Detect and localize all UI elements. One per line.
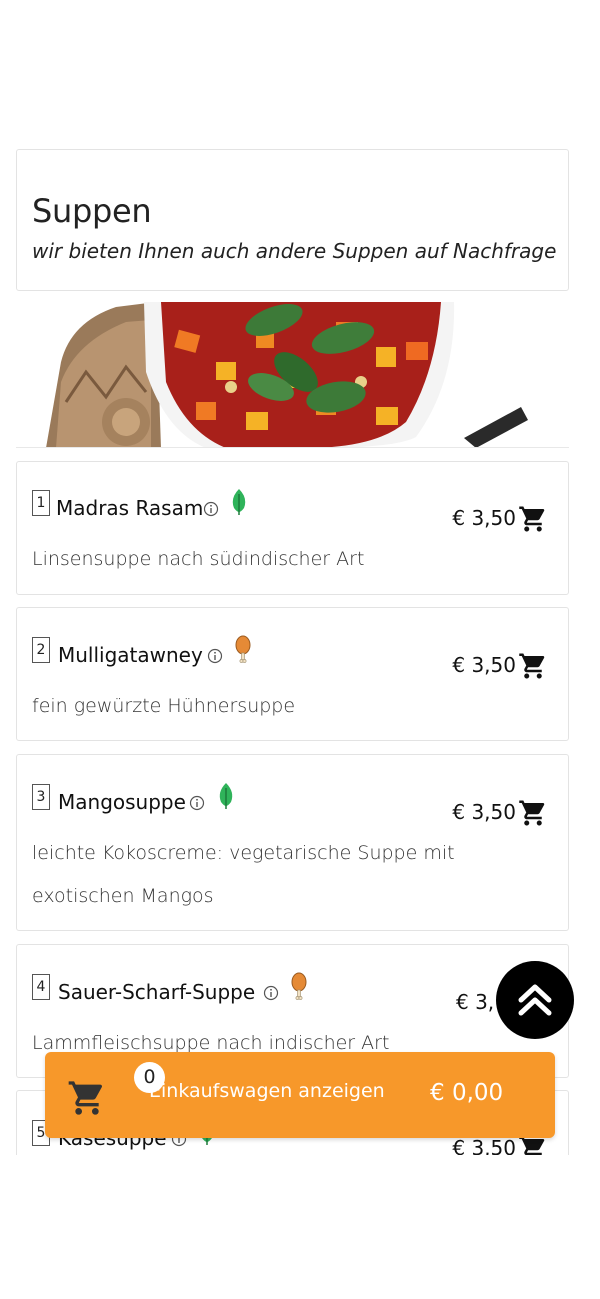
info-icon[interactable] [263, 985, 279, 1001]
view-cart-button[interactable]: 0 Einkaufswagen anzeigen € 0,00 [45, 1052, 555, 1138]
item-price: € 3, [456, 990, 495, 1014]
leaf-icon [232, 489, 246, 515]
item-description: Linsensuppe nach südindischer Art [32, 548, 365, 570]
item-number: 4 [32, 974, 50, 1000]
soup-banner-image [16, 302, 569, 448]
item-price: € 3,50 [452, 653, 516, 677]
item-number: 2 [32, 637, 50, 663]
item-number: 3 [32, 784, 50, 810]
item-description: leichte Kokoscreme: vegetarische Suppe m… [32, 842, 455, 907]
item-name: Sauer-Scharf-Suppe [58, 980, 256, 1004]
leaf-icon [219, 783, 233, 809]
category-subtitle: wir bieten Ihnen auch andere Suppen auf … [32, 239, 557, 263]
add-to-cart-icon[interactable] [518, 651, 548, 681]
double-chevron-up-icon [518, 984, 552, 1016]
item-price: € 3,50 [452, 506, 516, 530]
category-header: Suppen wir bieten Ihnen auch andere Supp… [16, 149, 569, 291]
item-name: Mulligatawney [58, 643, 203, 667]
item-price: € 3,50 [452, 1136, 516, 1155]
chicken-leg-icon [235, 635, 251, 663]
shopping-cart-icon [68, 1081, 103, 1115]
cart-total: € 0,00 [430, 1080, 504, 1106]
scroll-to-top-button[interactable] [496, 961, 574, 1039]
menu-item[interactable]: 1 Madras Rasam € 3,50 Linsensuppe nach s… [16, 461, 569, 595]
menu-item[interactable]: 3 Mangosuppe € 3,50 leichte Kokoscreme: … [16, 754, 569, 931]
item-name: Mangosuppe [58, 790, 186, 814]
info-icon[interactable] [203, 501, 219, 517]
item-price: € 3,50 [452, 800, 516, 824]
add-to-cart-icon[interactable] [518, 798, 548, 828]
chicken-leg-icon [291, 972, 307, 1000]
item-description: fein gewürzte Hühnersuppe [32, 695, 296, 717]
item-name: Madras Rasam [56, 496, 204, 520]
menu-item[interactable]: 2 Mulligatawney € 3,50 fein gewürzte Hüh… [16, 607, 569, 741]
category-title: Suppen [32, 192, 152, 230]
info-icon[interactable] [189, 795, 205, 811]
menu-viewport[interactable]: Suppen wir bieten Ihnen auch andere Supp… [0, 0, 600, 1155]
item-number: 1 [32, 490, 50, 516]
view-cart-label: Einkaufswagen anzeigen [149, 1080, 385, 1102]
info-icon[interactable] [207, 648, 223, 664]
add-to-cart-icon[interactable] [518, 504, 548, 534]
